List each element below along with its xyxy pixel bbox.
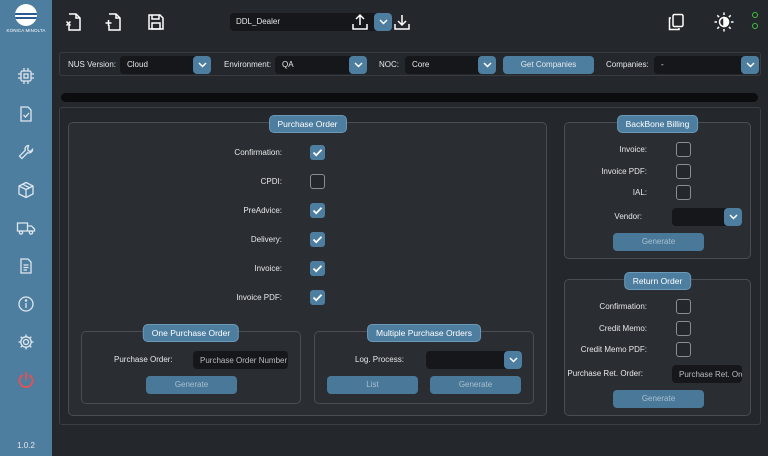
noc-label: NOC: [379, 60, 399, 69]
status-dot [752, 12, 758, 18]
return-order-title: Return Order [624, 273, 691, 289]
chevron-down-icon[interactable] [349, 56, 367, 74]
chevron-down-icon[interactable] [478, 56, 496, 74]
bb-invoice-label: Invoice: [619, 145, 647, 154]
po-preadvice-label: PreAdvice: [243, 206, 282, 215]
file-select-value: DDL_Dealer [236, 17, 281, 26]
purchase-ret-order-input[interactable]: Purchase Ret. Order [672, 365, 742, 383]
companies-value: - [661, 60, 664, 69]
ro-generate-button[interactable]: Generate [613, 390, 704, 408]
filter-bar: NUS Version: Cloud Environment: QA NOC: … [59, 52, 761, 76]
bb-ial-label: IAL: [632, 188, 647, 197]
companies-select[interactable]: - [654, 56, 759, 74]
power-icon[interactable] [14, 368, 38, 392]
status-dot [752, 23, 758, 29]
nus-version-value: Cloud [127, 60, 148, 69]
logo-text: KONICA MINOLTA [6, 28, 46, 33]
one-purchase-order-title: One Purchase Order [143, 325, 239, 341]
ro-credit-memo-label: Credit Memo: [598, 324, 647, 333]
nus-version-select[interactable]: Cloud [120, 56, 211, 74]
truck-icon[interactable] [14, 216, 38, 240]
ro-credit-memo-pdf-label: Credit Memo PDF: [580, 345, 647, 354]
noc-value: Core [412, 60, 430, 69]
po-delivery-label: Delivery: [250, 235, 282, 244]
chevron-down-icon[interactable] [193, 56, 211, 74]
backbone-billing-title: BackBone Billing [617, 116, 698, 132]
companies-label: Companies: [606, 60, 649, 69]
upload-icon[interactable] [348, 10, 372, 34]
one-purchase-order-group: One Purchase Order Purchase Order: Purch… [81, 325, 301, 404]
one-po-generate-button[interactable]: Generate [146, 376, 237, 394]
get-companies-button[interactable]: Get Companies [503, 56, 594, 74]
po-invoice-checkbox[interactable] [310, 261, 325, 276]
status-indicator [752, 12, 758, 34]
ro-confirmation-checkbox[interactable] [676, 299, 691, 314]
noc-select[interactable]: Core [405, 56, 496, 74]
purchase-order-title: Purchase Order [269, 116, 346, 132]
vendor-select[interactable] [672, 208, 742, 226]
environment-value: QA [282, 60, 294, 69]
purchase-ret-order-label: Purchase Ret. Order: [567, 369, 643, 378]
log-process-label: Log. Process: [355, 355, 404, 364]
wrench-icon[interactable] [14, 140, 38, 164]
copy-icon[interactable] [664, 10, 688, 34]
chevron-down-icon[interactable] [724, 208, 742, 226]
save-icon[interactable] [144, 10, 168, 34]
info-icon[interactable] [14, 292, 38, 316]
vendor-label: Vendor: [614, 212, 642, 221]
progress-bar [61, 93, 758, 102]
environment-select[interactable]: QA [275, 56, 367, 74]
new-file-icon[interactable] [102, 10, 126, 34]
chevron-down-icon[interactable] [504, 351, 522, 369]
chip-icon[interactable] [14, 64, 38, 88]
ro-credit-memo-pdf-checkbox[interactable] [676, 342, 691, 357]
bb-generate-button[interactable]: Generate [613, 233, 704, 251]
ro-credit-memo-checkbox[interactable] [676, 321, 691, 336]
box-icon[interactable] [14, 178, 38, 202]
document-icon[interactable] [14, 254, 38, 278]
po-confirmation-checkbox[interactable] [310, 145, 325, 160]
gear-icon[interactable] [14, 330, 38, 354]
po-confirmation-label: Confirmation: [234, 148, 282, 157]
multiple-purchase-orders-title: Multiple Purchase Orders [368, 325, 480, 341]
ro-confirmation-label: Confirmation: [599, 302, 647, 311]
po-preadvice-checkbox[interactable] [310, 203, 325, 218]
nus-version-label: NUS Version: [68, 60, 117, 69]
logo-mark [15, 4, 37, 26]
po-invoice-pdf-checkbox[interactable] [310, 290, 325, 305]
po-cpdi-label: CPDI: [260, 177, 282, 186]
app-version: 1.0.2 [17, 441, 35, 450]
po-delivery-checkbox[interactable] [310, 232, 325, 247]
company-logo: KONICA MINOLTA [6, 4, 46, 33]
environment-label: Environment: [224, 60, 272, 69]
multiple-purchase-orders-group: Multiple Purchase Orders Log. Process: L… [314, 325, 534, 404]
bb-invoice-pdf-label: Invoice PDF: [601, 167, 647, 176]
list-button[interactable]: List [327, 376, 418, 394]
purchase-order-label: Purchase Order: [114, 355, 173, 364]
theme-icon[interactable] [712, 10, 736, 34]
return-order-group: Return Order Confirmation: Credit Memo: … [564, 273, 751, 416]
bb-ial-checkbox[interactable] [676, 185, 691, 200]
multiple-po-generate-button[interactable]: Generate [430, 376, 521, 394]
backbone-billing-group: BackBone Billing Invoice: Invoice PDF: I… [564, 116, 751, 259]
sidebar: KONICA MINOLTA 1.0.2 [0, 0, 52, 456]
bb-invoice-checkbox[interactable] [676, 142, 691, 157]
checklist-icon[interactable] [14, 102, 38, 126]
po-cpdi-checkbox[interactable] [310, 174, 325, 189]
bb-invoice-pdf-checkbox[interactable] [676, 164, 691, 179]
chevron-down-icon[interactable] [741, 56, 759, 74]
download-icon[interactable] [390, 10, 414, 34]
po-invoice-label: Invoice: [254, 264, 282, 273]
top-toolbar: DDL_Dealer [52, 0, 768, 48]
log-process-select[interactable] [426, 351, 522, 369]
po-invoice-pdf-label: Invoice PDF: [236, 293, 282, 302]
purchase-order-input[interactable]: Purchase Order Number [193, 351, 288, 369]
close-file-icon[interactable] [62, 10, 86, 34]
